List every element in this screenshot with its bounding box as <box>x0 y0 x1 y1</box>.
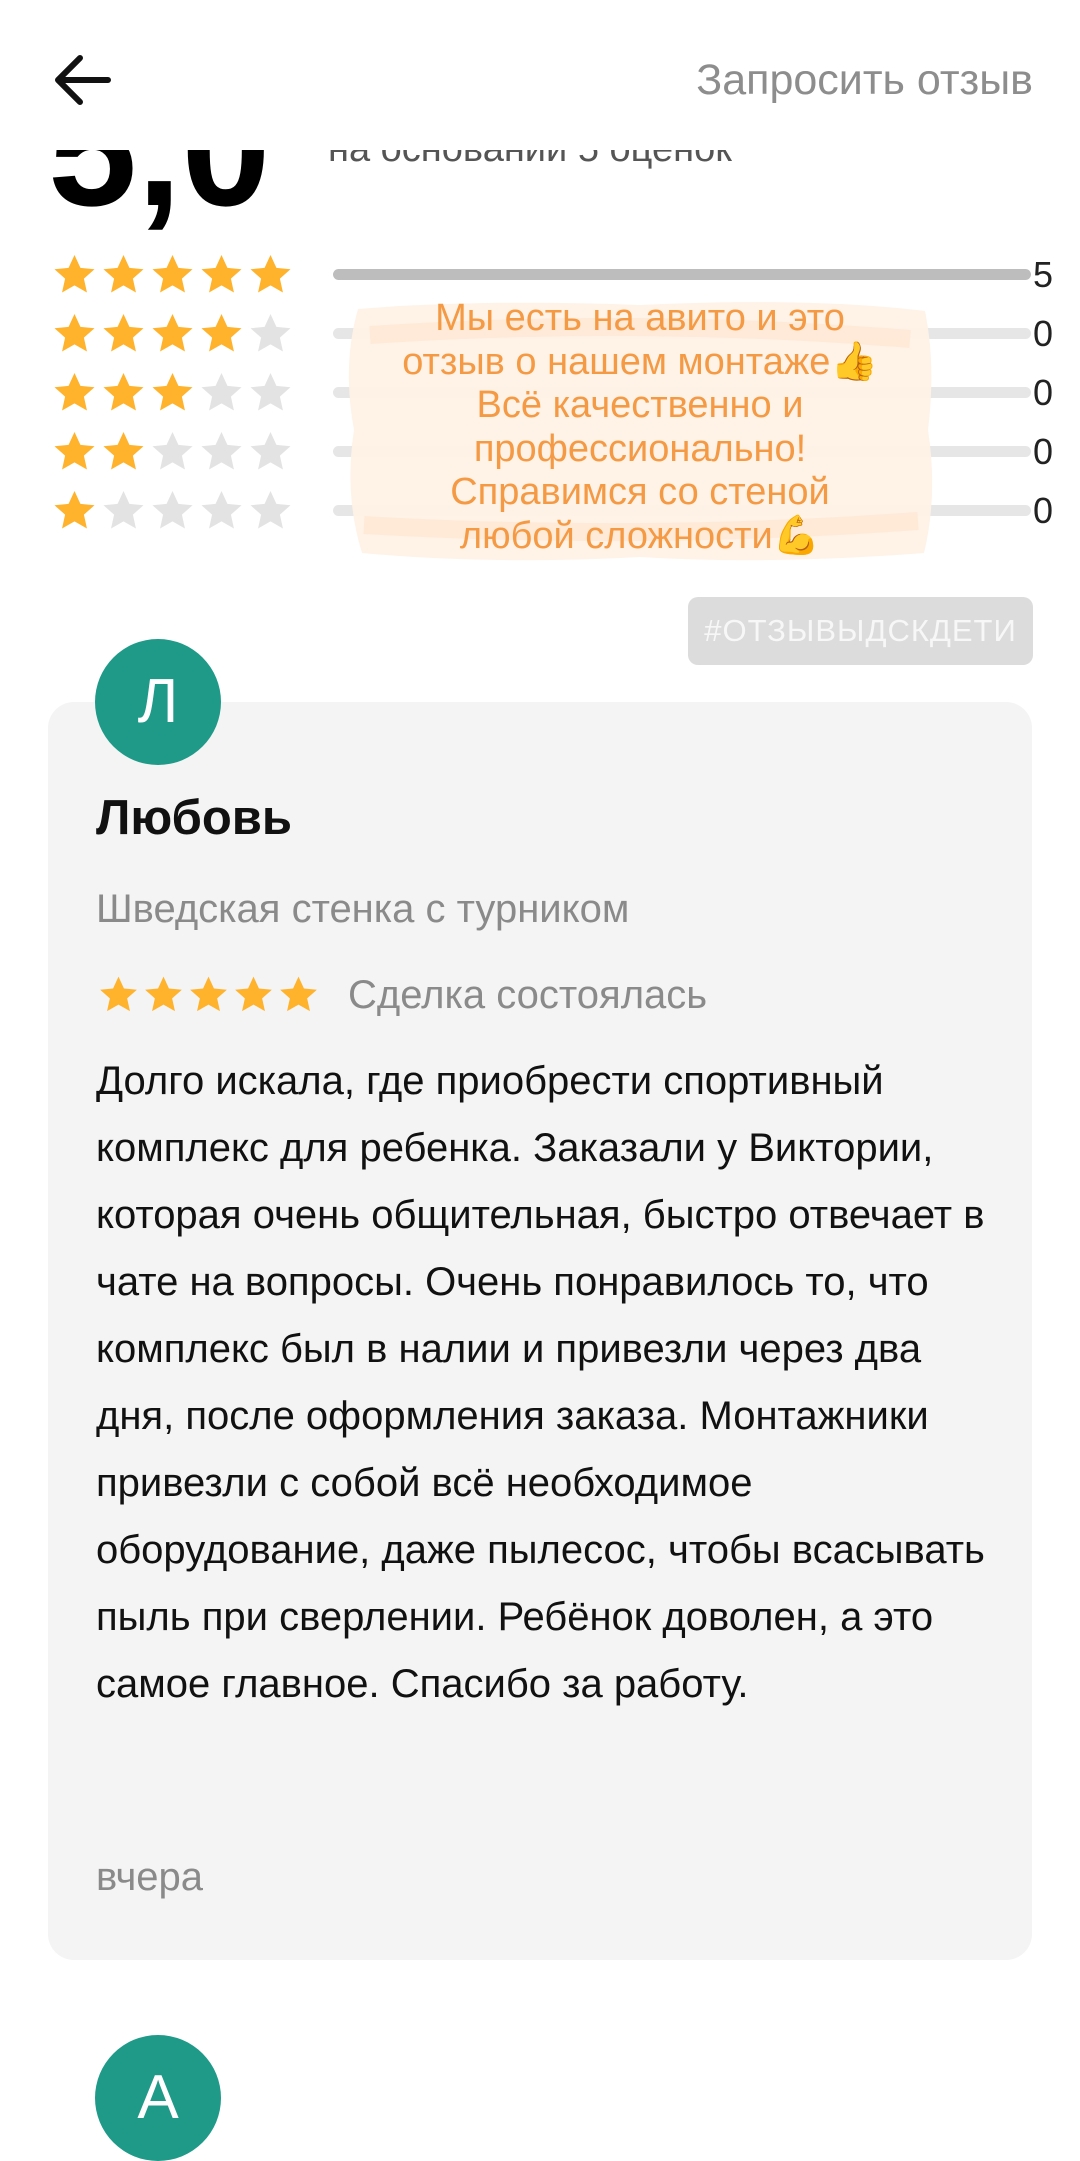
rating-count: 0 <box>1032 372 1053 413</box>
promo-note-text: Мы есть на авито и это отзыв о нашем монт… <box>340 295 940 558</box>
star-empty-icon <box>103 490 144 529</box>
reviewer-name: Любовь <box>96 791 293 845</box>
star-filled-icon <box>145 976 182 1012</box>
promo-note-line: Справимся со стеной <box>450 471 830 513</box>
rating-row-stars <box>50 368 295 418</box>
rating-row-5: 5 <box>50 250 1053 300</box>
star-empty-icon <box>201 490 242 529</box>
review-text: Долго искала, где приобрести спортивный … <box>96 1059 985 1706</box>
star-filled-icon <box>190 976 227 1012</box>
star-filled-icon <box>103 372 144 411</box>
star-empty-icon <box>250 372 291 411</box>
star-filled-icon <box>201 313 242 352</box>
star-filled-icon <box>201 254 242 293</box>
star-empty-icon <box>250 431 291 470</box>
promo-note-line: Всё качественно и <box>476 384 804 426</box>
next-review-avatar: А <box>95 2035 221 2161</box>
promo-note: Мы есть на авито и это отзыв о нашем монт… <box>340 295 940 565</box>
star-filled-icon <box>103 431 144 470</box>
promo-note-line: Мы есть на авито и это <box>435 297 845 339</box>
star-filled-icon <box>54 313 95 352</box>
rating-row-stars <box>50 427 295 477</box>
rating-bar <box>333 269 1031 280</box>
next-review-avatar-letter: А <box>137 2063 179 2132</box>
rating-count: 5 <box>1032 254 1053 295</box>
star-empty-icon <box>250 490 291 529</box>
rating-count: 0 <box>1032 490 1053 531</box>
star-filled-icon <box>54 431 95 470</box>
star-empty-icon <box>152 490 193 529</box>
star-filled-icon <box>54 490 95 529</box>
star-empty-icon <box>250 313 291 352</box>
star-filled-icon <box>54 254 95 293</box>
review-rating-stars <box>96 972 321 1018</box>
avatar: Л <box>95 639 221 765</box>
rating-row-stars <box>50 250 295 300</box>
promo-note-line: профессионально! <box>473 427 807 470</box>
star-empty-icon <box>201 372 242 411</box>
rating-count: 0 <box>1032 313 1053 354</box>
star-filled-icon <box>103 254 144 293</box>
star-filled-icon <box>235 976 272 1012</box>
promo-note-line: любой сложности💪 <box>459 514 821 557</box>
star-filled-icon <box>152 313 193 352</box>
back-arrow-icon[interactable] <box>52 52 112 108</box>
top-bar: Запросить отзыв <box>0 0 1080 150</box>
star-filled-icon <box>280 976 317 1012</box>
rating-row-stars <box>50 309 295 359</box>
star-filled-icon <box>54 372 95 411</box>
review-date: вчера <box>96 1855 204 1899</box>
rating-row-stars <box>50 486 295 536</box>
star-empty-icon <box>152 431 193 470</box>
request-review-button[interactable]: Запросить отзыв <box>696 52 1033 108</box>
hashtag-label: #ОТЗЫВЫДСКДЕТИ <box>688 597 1033 665</box>
star-filled-icon <box>103 313 144 352</box>
rating-bar-fill <box>333 269 1031 280</box>
reviewed-item-name[interactable]: Шведская стенка с турником <box>96 887 629 932</box>
star-filled-icon <box>152 254 193 293</box>
star-filled-icon <box>152 372 193 411</box>
star-filled-icon <box>250 254 291 293</box>
rating-count: 0 <box>1032 431 1053 472</box>
promo-note-line: отзыв о нашем монтаже👍 <box>402 340 878 383</box>
star-empty-icon <box>201 431 242 470</box>
star-filled-icon <box>100 976 137 1012</box>
deal-status: Сделка состоялась <box>348 973 708 1017</box>
